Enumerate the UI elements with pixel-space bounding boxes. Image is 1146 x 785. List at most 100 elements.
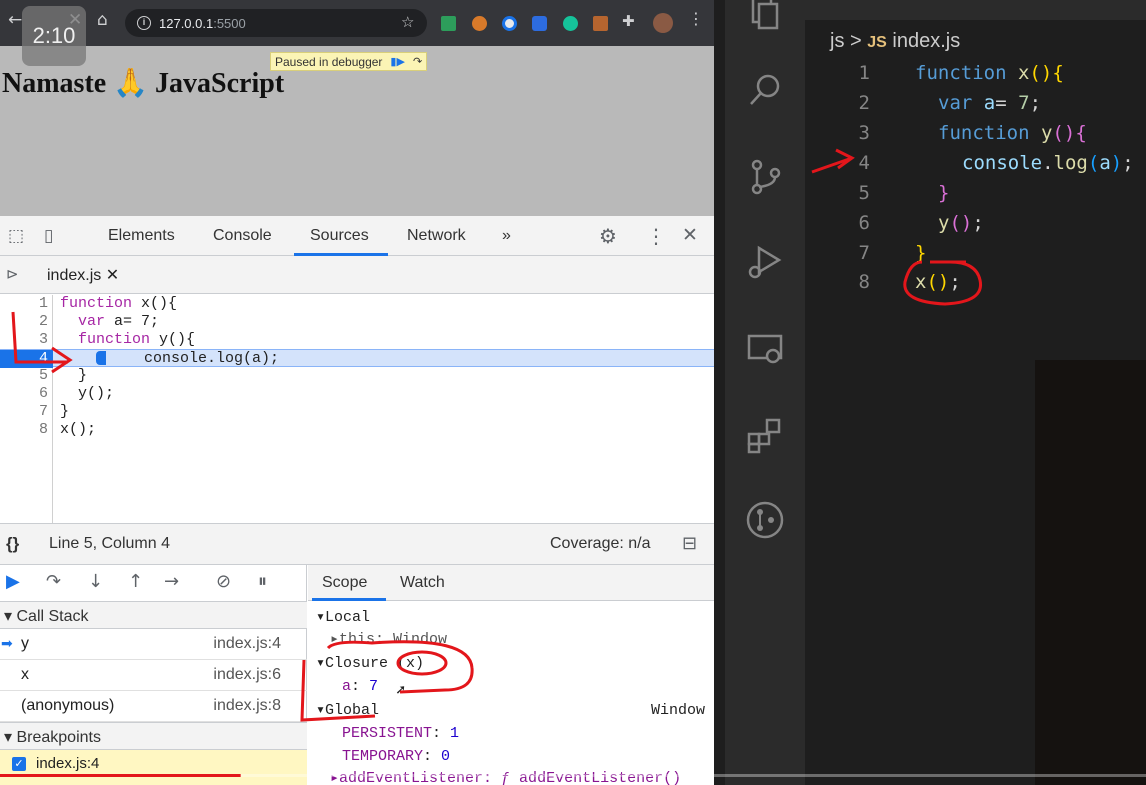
search-icon[interactable] (745, 70, 785, 110)
pretty-print-icon[interactable]: {} (6, 534, 19, 554)
resume-icon[interactable]: ▮▶ (390, 55, 405, 68)
close-devtools-icon[interactable]: ✕ (682, 224, 698, 246)
code-line: 7} (38, 403, 70, 420)
code-line: 1 function x(){ (38, 295, 178, 312)
scope-global-header[interactable]: ▾Global (316, 702, 379, 720)
vscode-window: js > JS index.js 1 function x(){ 2 var a= … (725, 0, 1146, 785)
breakpoint-label: index.js:4 (36, 755, 100, 772)
call-stack-header[interactable]: ▾ Call Stack (0, 601, 307, 629)
gear-icon[interactable]: ⚙ (599, 224, 617, 248)
extension-icon[interactable] (441, 16, 456, 31)
resume-icon[interactable]: ▶ (6, 571, 20, 592)
extensions-icon[interactable] (745, 416, 785, 456)
page-heading: Namaste 🙏 JavaScript (2, 68, 285, 99)
video-progress-bar[interactable] (0, 771, 1146, 779)
back-icon[interactable]: ← (8, 10, 22, 30)
browser-window: ← ✕ ⌂ i 127.0.0.1:5500 ☆ ✚ ⋮ 2:10 Paused… (0, 0, 714, 785)
call-frame[interactable]: x index.js:6 (0, 660, 307, 691)
tab-elements[interactable]: Elements (108, 227, 175, 245)
step-into-icon[interactable]: ↓ (88, 571, 103, 592)
zoom-extension-icon[interactable] (532, 16, 547, 31)
puzzle-icon[interactable]: ✚ (622, 12, 635, 30)
step-out-icon[interactable]: ↑ (128, 571, 143, 592)
code-line: 5 } (38, 367, 88, 384)
file-tab-bar: ⊳ index.js ✕ (0, 256, 714, 294)
vs-code-line: 2 var a= 7; (858, 92, 1042, 114)
coverage-toggle-icon[interactable]: ⊟ (682, 533, 697, 554)
inline-breakpoint-icon[interactable] (96, 351, 106, 366)
tab-sources[interactable]: Sources (310, 227, 369, 245)
code-line: 3 function y(){ (38, 331, 196, 348)
toggle-navigator-icon[interactable]: ⊳ (6, 265, 19, 283)
info-icon[interactable]: i (137, 16, 151, 30)
extension-icon[interactable] (472, 16, 487, 31)
url-port: :5500 (213, 16, 246, 31)
closure-variable[interactable]: a: 7 (342, 678, 378, 696)
debugger-toolbar: ▶ ↷ ↓ ↑ → ⊘ ⏸ (0, 565, 307, 601)
tab-network[interactable]: Network (407, 227, 466, 245)
more-tabs-icon[interactable]: » (502, 227, 511, 245)
vs-code-line: 5} (858, 182, 950, 204)
url-host: 127.0.0.1 (159, 16, 214, 31)
paused-label: Paused in debugger (275, 54, 383, 69)
current-frame-arrow-icon: ➡ (1, 635, 13, 651)
activity-bar (725, 0, 805, 785)
breakpoint-checkbox[interactable]: ✓ (12, 757, 26, 771)
step-over-icon[interactable]: ↷ (413, 55, 422, 68)
breadcrumb-folder[interactable]: js (830, 30, 844, 52)
explorer-icon[interactable] (745, 0, 785, 32)
tab-console[interactable]: Console (213, 227, 272, 245)
mouse-cursor-icon: ➚ (396, 683, 406, 700)
progress-fill (0, 774, 241, 777)
code-line: 8 x(); (38, 421, 97, 438)
global-value: Window (651, 702, 706, 719)
run-debug-icon[interactable] (745, 242, 785, 282)
code-line: 6 y(); (38, 385, 115, 402)
step-over-icon[interactable]: ↷ (46, 571, 61, 592)
devtools-panel: ⬚ ▯ Elements Console Sources Network » ⚙… (0, 216, 714, 785)
pause-on-exceptions-icon[interactable]: ⏸ (258, 571, 267, 592)
grammarly-icon[interactable] (563, 16, 578, 31)
source-control-icon[interactable] (745, 157, 785, 197)
tab-scope[interactable]: Scope (322, 574, 367, 592)
code-editor[interactable]: 1 function x(){ 2 var a= 7; 3 function y(… (0, 295, 714, 523)
debugger-sidebar: ▶ ↷ ↓ ↑ → ⊘ ⏸ ▾ Call Stack ➡ y index.js:… (0, 565, 307, 785)
bookmark-star-icon[interactable]: ☆ (401, 13, 414, 31)
scope-local-header[interactable]: ▾Local (316, 609, 370, 627)
call-frame[interactable]: ➡ y index.js:4 (0, 629, 307, 660)
breakpoint-row[interactable]: ✓ index.js:4 (0, 750, 307, 785)
breadcrumb-file[interactable]: index.js (892, 30, 960, 52)
vs-code-line: 1 function x(){ (858, 62, 1064, 84)
remote-explorer-icon[interactable] (745, 330, 785, 370)
address-bar[interactable]: i 127.0.0.1:5500 ☆ (125, 9, 427, 37)
extension-icon[interactable] (502, 16, 517, 31)
device-toggle-icon[interactable]: ▯ (44, 226, 53, 246)
kebab-menu-icon[interactable]: ⋮ (646, 224, 666, 248)
more-menu-icon[interactable]: ⋮ (688, 9, 704, 28)
scope-pane: Scope Watch ▾Local ▸this: Window ▾Closur… (308, 565, 714, 785)
vs-code-line: 7} (858, 242, 927, 264)
editor-tab-bar (805, 0, 1146, 20)
inspect-element-icon[interactable]: ⬚ (8, 226, 24, 246)
git-graph-icon[interactable] (745, 500, 785, 540)
deactivate-breakpoints-icon[interactable]: ⊘ (216, 571, 231, 592)
scope-this-entry[interactable]: ▸this: Window (330, 631, 447, 649)
close-tab-icon[interactable]: ✕ (106, 267, 119, 284)
editor-status-bar: {} Line 5, Column 4 Coverage: n/a ⊟ (0, 523, 714, 565)
scope-closure-header[interactable]: ▾Closure (x) (316, 655, 424, 673)
extension-icon[interactable] (593, 16, 608, 31)
file-tab-index-js[interactable]: index.js ✕ (47, 265, 119, 285)
browser-toolbar: ← ✕ ⌂ i 127.0.0.1:5500 ☆ ✚ ⋮ (0, 0, 714, 46)
breakpoints-header[interactable]: ▾ Breakpoints (0, 722, 307, 750)
vs-code-line: 8 x(); (858, 271, 961, 293)
exec-code: console.log(a); (108, 350, 280, 367)
breadcrumb-chevron-icon: > (850, 30, 862, 52)
avatar[interactable] (653, 13, 673, 33)
home-icon[interactable]: ⌂ (97, 10, 108, 30)
call-frame[interactable]: (anonymous) index.js:8 (0, 691, 307, 722)
global-variable[interactable]: PERSISTENT: 1 (342, 725, 459, 743)
scope-tab-bar: Scope Watch (308, 565, 714, 601)
global-variable[interactable]: TEMPORARY: 0 (342, 748, 450, 766)
step-icon[interactable]: → (164, 571, 179, 592)
tab-watch[interactable]: Watch (400, 574, 445, 592)
